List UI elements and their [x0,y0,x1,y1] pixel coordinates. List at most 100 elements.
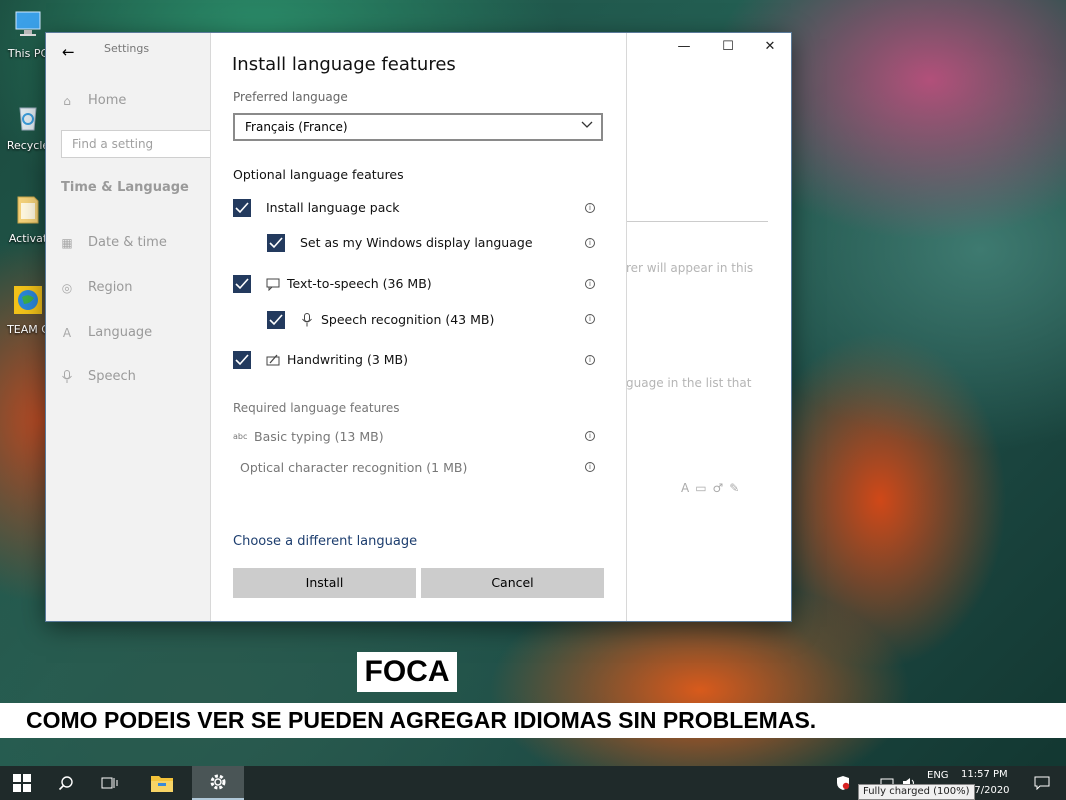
clock-time[interactable]: 11:57 PM [961,769,1008,780]
task-view-icon [101,777,118,789]
desktop-icon-label: This PC [7,47,49,60]
gear-icon [210,774,226,790]
option-label: Speech recognition (43 MB) [321,312,495,327]
home-icon: ⌂ [63,93,71,108]
required-ocr: Optical character recognition (1 MB) [233,460,467,475]
background-text: guage in the list that [626,376,752,390]
folder-icon [17,196,39,224]
checkbox-install-language-pack[interactable] [233,199,251,217]
battery-tooltip: Fully charged (100%) [858,784,975,800]
action-center-button[interactable] [1022,766,1062,800]
checkbox-text-to-speech[interactable] [233,275,251,293]
desktop-icon-label: TEAM C [7,323,49,336]
selected-language: Français (France) [245,120,348,134]
required-features-title: Required language features [233,401,400,415]
required-basic-typing: abc Basic typing (13 MB) [233,429,384,444]
checkbox-handwriting[interactable] [233,351,251,369]
back-arrow-icon[interactable]: ← [62,43,76,61]
shield-icon [837,776,850,790]
feature-icons: A▭♂✎ [681,481,746,495]
security-tray-icon[interactable] [832,766,854,800]
start-button[interactable] [0,766,44,800]
typing-icon: abc [233,432,248,441]
search-placeholder: Find a setting [72,137,154,151]
option-handwriting: Handwriting (3 MB) [266,352,408,367]
settings-taskbar-button[interactable] [192,766,244,800]
required-label: Optical character recognition (1 MB) [240,460,468,475]
minimize-icon[interactable]: — [676,39,692,55]
desktop-icon-activate[interactable]: Activat [6,193,50,245]
info-icon[interactable]: i [585,462,595,472]
info-icon[interactable]: i [585,314,595,324]
preferred-language-select[interactable]: Français (France) [233,113,603,141]
background-text: rer will appear in this [626,261,754,275]
sidebar-item-speech[interactable]: Speech [60,369,136,384]
sidebar-item-label: Language [88,325,153,340]
chevron-down-icon [581,121,593,128]
calendar-icon: ▦ [61,235,73,250]
option-text-to-speech: Text-to-speech (36 MB) [266,276,432,291]
language-icon: A [62,325,72,340]
divider [626,221,768,222]
option-label: Text-to-speech (36 MB) [287,276,432,291]
language-indicator[interactable]: ENG [927,770,949,781]
handwriting-icon [266,354,280,365]
option-speech-recognition: Speech recognition (43 MB) [300,312,494,327]
option-label: Install language pack [266,200,400,215]
notification-icon [1034,776,1050,790]
settings-sidebar: ← Settings ⌂ Home Find a setting Time & … [46,33,221,621]
desktop-icon-team[interactable]: TEAM C [6,284,50,336]
file-explorer-button[interactable] [140,766,184,800]
option-display-language: Set as my Windows display language [300,235,533,250]
foca-caption: FOCA [357,652,457,692]
microphone-icon [302,312,312,326]
desktop-icon-recycle-bin[interactable]: Recycle [6,100,50,152]
globe-icon [14,286,42,314]
close-icon[interactable]: ✕ [762,39,778,55]
dialog-title: Install language features [232,54,456,75]
app-title: Settings [104,42,150,55]
sidebar-item-region[interactable]: ◎ Region [60,280,133,295]
sidebar-item-home[interactable]: ⌂ Home [60,93,126,108]
info-icon[interactable]: i [585,238,595,248]
settings-content-background: — ☐ ✕ rer will appear in this guage in t… [626,33,791,621]
checkbox-display-language[interactable] [267,234,285,252]
option-label: Set as my Windows display language [300,235,533,250]
cancel-button[interactable]: Cancel [421,568,604,598]
sidebar-item-label: Region [88,280,133,295]
info-icon[interactable]: i [585,355,595,365]
maximize-icon[interactable]: ☐ [720,39,736,55]
option-label: Handwriting (3 MB) [287,352,408,367]
folder-icon [151,776,173,792]
sidebar-item-language[interactable]: A Language [60,325,152,340]
info-icon[interactable]: i [585,279,595,289]
install-language-dialog: Install language features Preferred lang… [211,33,626,621]
choose-different-language-link[interactable]: Choose a different language [233,534,417,549]
recycle-bin-icon [19,107,37,131]
sidebar-item-label: Home [88,93,127,108]
required-label: Basic typing (13 MB) [254,429,384,444]
preferred-language-label: Preferred language [233,90,348,104]
sidebar-item-date-time[interactable]: ▦ Date & time [60,235,167,250]
search-icon [58,776,73,791]
section-heading: Time & Language [61,180,189,195]
option-install-language-pack: Install language pack [266,200,399,215]
globe-icon: ◎ [61,280,73,295]
sidebar-item-label: Date & time [88,235,167,250]
install-button[interactable]: Install [233,568,416,598]
desktop-icon-label: Recycle [6,139,50,152]
search-input[interactable]: Find a setting [61,130,221,158]
microphone-icon [60,369,74,384]
sidebar-item-label: Speech [88,369,136,384]
task-view-button[interactable] [88,766,132,800]
optional-features-title: Optional language features [233,167,404,182]
info-icon[interactable]: i [585,203,595,213]
search-button[interactable] [44,766,88,800]
main-caption: COMO PODEIS VER SE PUEDEN AGREGAR IDIOMA… [0,703,1066,738]
computer-icon [15,11,41,36]
checkbox-speech-recognition[interactable] [267,311,285,329]
desktop-icon-this-pc[interactable]: This PC [6,8,50,60]
desktop-icon-label: Activat [8,232,48,245]
info-icon[interactable]: i [585,431,595,441]
speech-icon [266,278,280,291]
